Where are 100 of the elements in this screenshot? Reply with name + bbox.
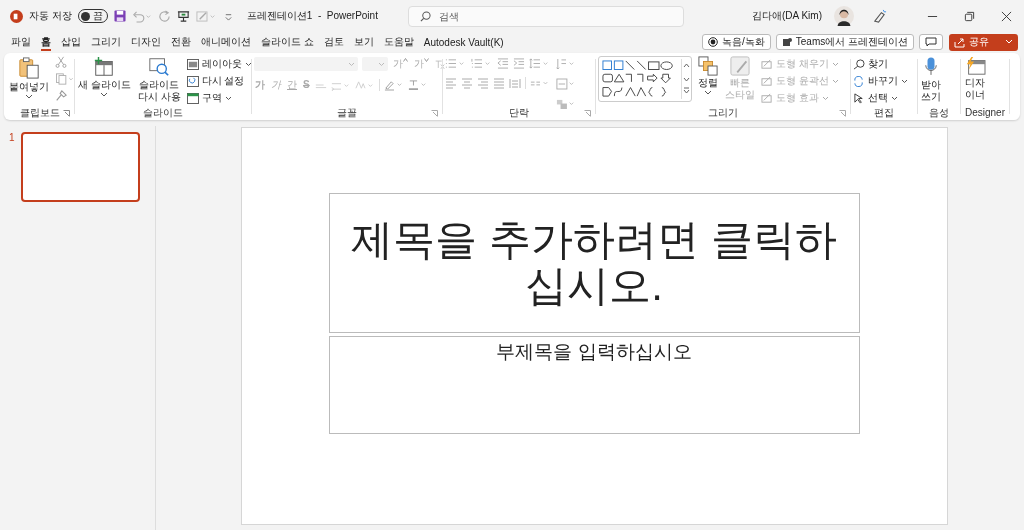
ribbon-tab[interactable]: 슬라이드 쇼 (256, 32, 319, 52)
group-label: 편집 (874, 107, 894, 119)
ribbon-tab[interactable]: 디자인 (126, 32, 166, 52)
dialog-launcher-icon[interactable] (431, 109, 438, 117)
shape-format-icon (761, 75, 773, 87)
title-placeholder[interactable]: 제목을 추가하려면 클릭하십시오. (328, 193, 860, 333)
designer-button[interactable]: 디자 이너 (963, 56, 987, 101)
clear-format-icon[interactable] (434, 58, 446, 70)
highlighter-icon[interactable] (383, 79, 404, 91)
caret-icon (25, 94, 33, 100)
arrange-button[interactable]: 정렬 (697, 56, 719, 96)
record-icon (708, 37, 718, 47)
caret-icon (901, 78, 908, 84)
paste-button[interactable]: 붙여넣기 (8, 56, 50, 100)
brush-square-icon (730, 56, 750, 76)
group-label: 글꼴 (337, 107, 357, 119)
cut-icon[interactable] (55, 56, 67, 68)
font-name-field[interactable] (254, 57, 358, 71)
smartart-icon[interactable] (556, 98, 576, 110)
record-button[interactable]: 녹음/녹화 (702, 34, 771, 50)
shapes-gallery[interactable] (598, 56, 692, 102)
editing-button[interactable]: 찾기 (853, 57, 908, 71)
reset-icon (186, 75, 199, 87)
autosave-label: 자동 저장 (29, 9, 72, 23)
caret-icon (831, 61, 839, 67)
comment-button[interactable] (919, 34, 943, 50)
dialog-launcher-icon[interactable] (63, 109, 70, 117)
copy-icon[interactable] (55, 73, 75, 85)
caret-icon (821, 95, 829, 101)
font-size-field[interactable] (362, 57, 388, 71)
caret-icon (891, 95, 898, 101)
ribbon-tab[interactable]: 파일 (6, 32, 36, 52)
dialog-launcher-icon[interactable] (584, 109, 591, 117)
group-label: 그리기 (708, 107, 738, 119)
redo-icon[interactable] (157, 9, 171, 23)
reuse-slides-button[interactable]: 슬라이드 다시 사용 (136, 56, 182, 103)
align-center-icon[interactable] (461, 77, 473, 89)
microphone-icon (924, 56, 938, 78)
caret-icon (831, 78, 839, 84)
group-label: 단락 (509, 107, 529, 119)
pen-icon[interactable] (872, 8, 887, 24)
presenter-icon[interactable] (176, 9, 190, 23)
justify-icon[interactable] (493, 77, 505, 89)
text-direction-icon[interactable] (556, 58, 576, 70)
layout-icon (186, 58, 199, 70)
cursor-icon (853, 92, 865, 104)
ribbon-tab[interactable]: 전환 (166, 32, 196, 52)
ribbon-tab[interactable]: 검토 (318, 32, 349, 52)
designer-icon (964, 56, 986, 76)
close-icon[interactable] (1001, 10, 1012, 22)
search-icon (853, 58, 865, 70)
search-field[interactable]: 검색 (407, 5, 684, 27)
group-label: 음성 (929, 107, 949, 119)
clipboard-icon (18, 56, 40, 80)
align-text-icon[interactable] (556, 78, 576, 90)
ribbon-button[interactable]: 레이아웃 (186, 57, 252, 71)
outdent-icon[interactable] (497, 58, 509, 69)
new-slide-icon (93, 56, 116, 78)
document-title: 프레젠테이션1 - PowerPoint (246, 9, 378, 23)
avatar[interactable] (834, 6, 854, 26)
caret-icon (100, 92, 109, 98)
caret-icon (1005, 39, 1013, 45)
dictate-button[interactable]: 받아 쓰기 (920, 56, 942, 103)
case-icon[interactable] (354, 79, 375, 91)
ribbon-tab[interactable]: 도움말 (378, 32, 419, 52)
ribbon-tab[interactable]: 삽입 (56, 32, 86, 52)
shape-format-icon (761, 58, 773, 70)
align-left-icon[interactable] (445, 77, 457, 89)
ribbon-button[interactable]: 구역 (186, 91, 252, 105)
dialog-launcher-icon[interactable] (839, 109, 846, 117)
ribbon-tab[interactable]: 보기 (348, 32, 379, 52)
slide-thumbnail[interactable] (20, 132, 140, 202)
caret-icon (378, 61, 385, 67)
brush-icon[interactable] (55, 90, 67, 102)
font-color-icon[interactable] (407, 79, 428, 91)
indent-icon[interactable] (513, 58, 525, 69)
editing-button[interactable]: 선택 (853, 91, 908, 105)
teams-button[interactable]: Teams에서 프레젠테이션 (775, 34, 914, 50)
section-icon (186, 92, 199, 104)
ribbon-button[interactable]: 다시 설정 (186, 74, 252, 88)
distribute-icon[interactable] (509, 77, 521, 89)
ribbon-tab[interactable]: 홈 (36, 32, 56, 52)
teams-icon (781, 37, 792, 47)
editing-button[interactable]: 바꾸기 (853, 74, 908, 88)
undo-icon[interactable] (131, 9, 152, 23)
new-slide-button[interactable]: 새 슬라이드 (77, 56, 132, 98)
save-icon[interactable] (113, 10, 126, 22)
restore-icon[interactable] (964, 10, 975, 22)
align-right-icon[interactable] (477, 77, 489, 89)
share-button[interactable]: 공유 (949, 33, 1018, 51)
group-label: Designer (965, 107, 1005, 119)
group-label: 슬라이드 (143, 107, 183, 119)
ribbon-tab[interactable]: 그리기 (86, 32, 126, 52)
slide-search-icon (148, 56, 171, 78)
ribbon-tab[interactable]: Autodesk Vault(K) (418, 32, 509, 52)
gallery-scroll-icon[interactable] (681, 59, 691, 99)
subtitle-placeholder[interactable]: 부제목을 입력하십시오 (328, 336, 860, 434)
arrange-icon (698, 56, 718, 76)
caret-icon (348, 61, 355, 67)
ribbon-tab[interactable]: 애니메이션 (196, 32, 256, 52)
